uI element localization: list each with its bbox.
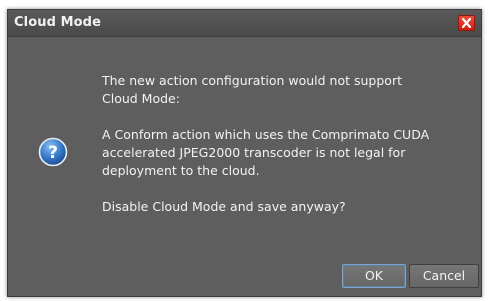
dialog-titlebar[interactable]: Cloud Mode [8, 10, 481, 37]
close-button[interactable] [458, 15, 475, 31]
message-line: accelerated JPEG2000 transcoder is not l… [102, 145, 406, 160]
close-icon [462, 18, 471, 28]
message-question: Disable Cloud Mode and save anyway? [102, 199, 346, 214]
ok-button[interactable]: OK [342, 264, 406, 288]
message-line: deployment to the cloud. [102, 163, 260, 178]
message-line: Cloud Mode: [102, 91, 180, 106]
dialog-message: The new action configuration would not s… [102, 72, 472, 216]
message-line: The new action configuration would not s… [102, 73, 402, 88]
cancel-button[interactable]: Cancel [409, 264, 479, 288]
svg-text:?: ? [48, 143, 58, 163]
question-icon: ? [38, 137, 68, 167]
message-line: A Conform action which uses the Comprima… [102, 127, 430, 142]
cloud-mode-dialog: Cloud Mode ? The new action configuratio… [7, 9, 482, 297]
dialog-title: Cloud Mode [14, 15, 102, 30]
